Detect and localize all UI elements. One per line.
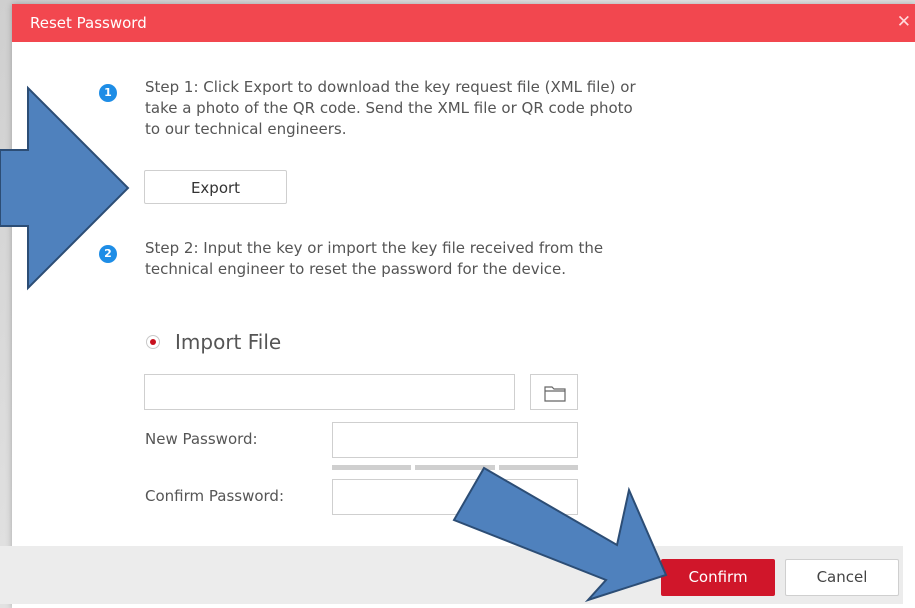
- step-2-text: Step 2: Input the key or import the key …: [145, 239, 604, 278]
- folder-icon: [544, 386, 566, 402]
- confirm-password-label: Confirm Password:: [145, 487, 285, 505]
- password-strength-bar-2: [415, 465, 495, 470]
- radio-selected-dot: [150, 339, 156, 345]
- confirm-button[interactable]: Confirm: [661, 559, 775, 596]
- new-password-label: New Password:: [145, 430, 258, 448]
- dialog-titlebar: Reset Password ✕: [12, 4, 915, 42]
- import-file-input[interactable]: [144, 374, 515, 410]
- new-password-input[interactable]: [332, 422, 578, 458]
- browse-folder-button[interactable]: [530, 374, 578, 410]
- password-strength-bar-1: [332, 465, 411, 470]
- cancel-button[interactable]: Cancel: [785, 559, 899, 596]
- step-1-badge: 1: [99, 84, 117, 102]
- confirm-password-input[interactable]: [332, 479, 578, 515]
- export-button[interactable]: Export: [144, 170, 287, 204]
- import-file-label: Import File: [175, 330, 282, 354]
- reset-password-dialog: Reset Password ✕ 1 Step 1: Click Export …: [12, 4, 915, 608]
- step-1-text: Step 1: Click Export to download the key…: [145, 78, 636, 138]
- close-icon[interactable]: ✕: [897, 12, 911, 32]
- password-strength-bar-3: [499, 465, 578, 470]
- import-file-radio[interactable]: [146, 335, 160, 349]
- step-2-badge: 2: [99, 245, 117, 263]
- dialog-title: Reset Password: [30, 14, 147, 32]
